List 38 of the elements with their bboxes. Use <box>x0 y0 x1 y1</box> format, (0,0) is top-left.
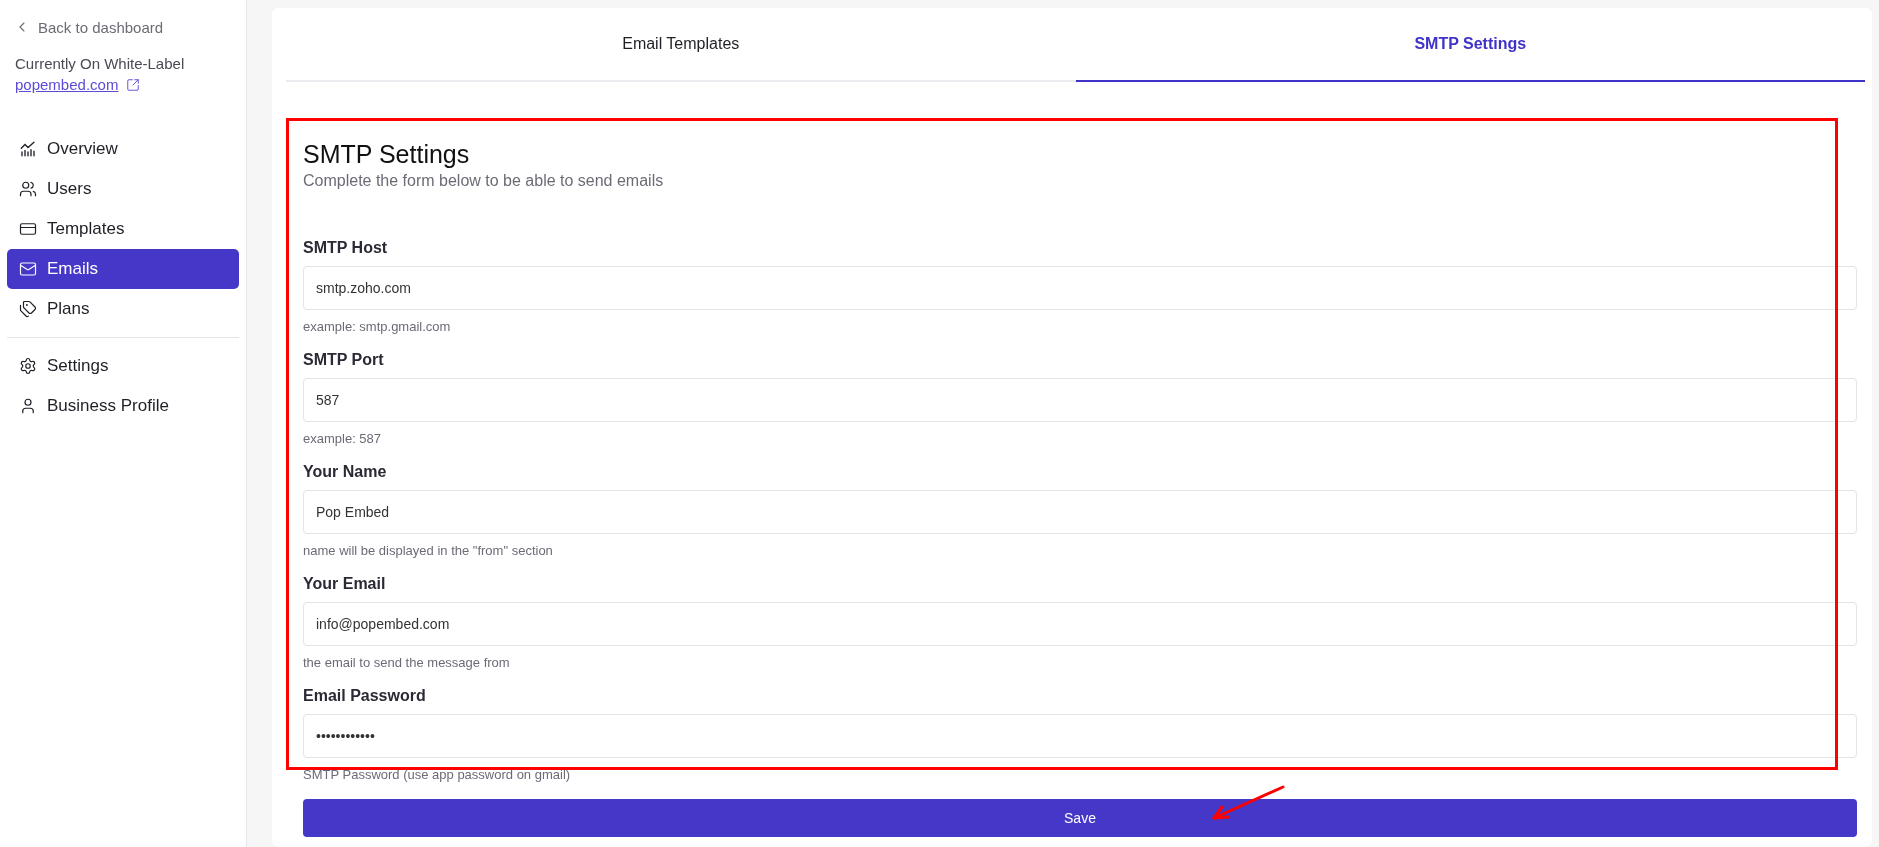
field-label: SMTP Port <box>303 350 385 370</box>
nav-item[interactable]: Emails <box>7 249 239 289</box>
back-link[interactable]: Back to dashboard <box>7 16 164 38</box>
field-label: SMTP Host <box>303 238 389 258</box>
form-subtitle: Complete the form below to be able to send emails <box>303 171 665 191</box>
input-field[interactable]: •••••••••••• <box>303 714 1857 758</box>
field-help-text: SMTP Password (use app password on gmail) <box>303 766 572 784</box>
save-button[interactable]: Save <box>303 799 1857 837</box>
field-help-text: example: smtp.gmail.com <box>303 318 452 336</box>
input-field[interactable]: 587 <box>303 378 1857 422</box>
nav-item[interactable]: Settings <box>7 346 239 386</box>
field-help-text: the email to send the message from <box>303 654 511 672</box>
domain-link[interactable]: popembed.com <box>15 76 119 93</box>
nav-item[interactable]: Business Profile <box>7 386 239 426</box>
nav-item[interactable]: Overview <box>7 129 239 169</box>
form-title: SMTP Settings <box>303 139 471 170</box>
input-field[interactable]: Pop Embed <box>303 490 1857 534</box>
mail-icon <box>19 260 37 278</box>
field-label: Email Password <box>303 686 427 706</box>
input-field[interactable]: info@popembed.com <box>303 602 1857 646</box>
account-caption: Currently On White-Label <box>15 55 186 72</box>
external-link-icon[interactable] <box>126 77 141 92</box>
input-field[interactable]: smtp.zoho.com <box>303 266 1857 310</box>
field-help-text: example: 587 <box>303 430 383 448</box>
tab[interactable]: Email Templates <box>286 8 1076 82</box>
chart-icon <box>19 140 37 158</box>
users-icon <box>19 180 37 198</box>
user-icon <box>19 397 37 415</box>
field-help-text: name will be displayed in the "from" section <box>303 542 554 560</box>
tags-icon <box>19 300 37 318</box>
nav-item[interactable]: Templates <box>7 209 239 249</box>
field-label: Your Email <box>303 574 387 594</box>
tab[interactable]: SMTP Settings <box>1075 8 1865 82</box>
nav-item[interactable]: Users <box>7 169 239 209</box>
card-icon <box>19 220 37 238</box>
nav-item[interactable]: Plans <box>7 289 239 329</box>
field-label: Your Name <box>303 462 388 482</box>
settings-icon <box>19 357 37 375</box>
